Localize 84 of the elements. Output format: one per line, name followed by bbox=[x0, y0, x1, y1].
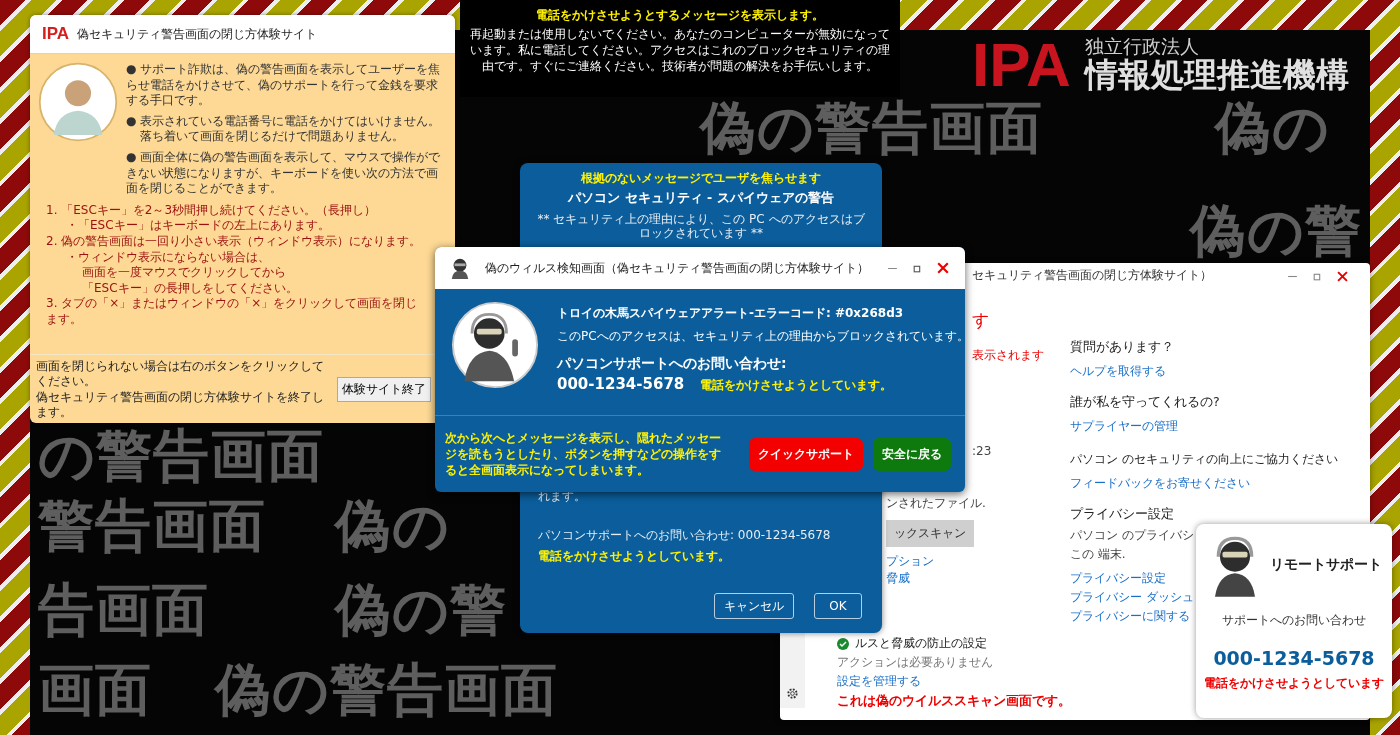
scan-button[interactable]: ックスキャン bbox=[886, 520, 974, 547]
dialog-headline: 根拠のないメッセージでユーザを焦らせます bbox=[581, 170, 821, 187]
settings-link[interactable]: 脅威 bbox=[886, 570, 910, 587]
watermark-text: 偽の警告画面 bbox=[700, 100, 1043, 156]
settings-link[interactable]: 設定を管理する bbox=[837, 673, 1071, 690]
watermark-text: 偽の警告画面 bbox=[215, 662, 558, 718]
bullet-text: 落ち着いて画面を閉じるだけで問題ありません。 bbox=[139, 129, 405, 145]
section-heading: 質問があります？ bbox=[1070, 339, 1174, 356]
headset-person-icon bbox=[451, 301, 539, 389]
section-heading: ルスと脅威の防止の設定 bbox=[855, 635, 987, 652]
bullet-text: ● 表示されている電話番号に電話をかけてはいけません。 bbox=[126, 113, 442, 130]
warning-text: 電話をかけさせようとしています。 bbox=[538, 548, 731, 565]
watermark-text: 偽の警 bbox=[1190, 203, 1362, 259]
panel-title: 偽セキュリティ警告画面の閉じ方体験サイト bbox=[77, 25, 318, 43]
close-icon[interactable] bbox=[1337, 271, 1348, 282]
settings-icon[interactable] bbox=[786, 687, 799, 700]
footer-text: 偽セキュリティ警告画面の閉じ方体験サイトを終了します。 bbox=[36, 389, 325, 420]
message-title: 電話をかけさせようとするメッセージを表示します。 bbox=[536, 7, 824, 24]
back-to-safety-button[interactable]: 安全に戻る bbox=[873, 437, 951, 471]
warning-text: す bbox=[972, 309, 989, 332]
message-text: 再起動または使用しないでください。あなたのコンピューターが無効になっています。私に電話してください。アクセスはこれのブロックセキュリティの理由です。すぐにご連絡ください。技術者が問題の解決をお手伝いします。 bbox=[469, 26, 891, 75]
section-heading: プライバシー設定 bbox=[1070, 506, 1174, 523]
support-button[interactable]: クイックサポート bbox=[749, 437, 863, 471]
help-link[interactable]: プライバシー ダッシュ bbox=[1070, 589, 1194, 606]
body-text: ンされたファイル. bbox=[886, 495, 986, 512]
watermark-text: 偽の bbox=[1215, 100, 1330, 156]
headset-person-icon bbox=[449, 257, 471, 279]
step-text: 3. タブの「×」またはウィンドウの「×」をクリックして画面を閉じます。 bbox=[46, 296, 419, 328]
warning-text: 電話をかけさせようとしています bbox=[1204, 675, 1384, 692]
note-text: 次から次へとメッセージを表示し、隠れたメッセージを読もうとしたり、ボタンを押すなどの操作をすると全画面表示になってしまいます。 bbox=[445, 429, 722, 479]
organization-name: 情報処理推進機構 bbox=[1084, 57, 1349, 94]
watermark-text: 告画面 bbox=[38, 582, 209, 638]
bullet-text: ● サポート詐欺は、偽の警告画面を表示してユーザーを焦らせ電話をかけさせて、偽のサポートを行って金銭を要求する手口です。 bbox=[126, 62, 442, 109]
warning-text: 電話をかけさせようとしています。 bbox=[700, 377, 893, 394]
step-note: 画面を一度マウスでクリックしてから bbox=[81, 265, 286, 281]
step-text: 1. 「ESCキー」を2～3秒間押し続けてください。（長押し） bbox=[46, 202, 377, 219]
restore-icon[interactable] bbox=[1312, 271, 1323, 282]
step-text: 2. 偽の警告画面は一回り小さい表示（ウィンドウ表示）になります。 bbox=[46, 233, 422, 250]
body-text: この 端末. bbox=[1070, 546, 1126, 563]
help-link[interactable]: サプライヤーの管理 bbox=[1070, 418, 1178, 435]
contact-label: パソコンサポートへのお問い合わせ: bbox=[557, 355, 788, 373]
contact-text: パソコンサポートへのお問い合わせ: 000-1234-5678 bbox=[538, 527, 832, 544]
bullet-text: ● 画面全体に偽の警告画面を表示して、マウスで操作ができない状態になりますが、キーボードを使い次の方法で画面を閉じることができます。 bbox=[126, 149, 442, 197]
footer-text: 画面を閉じられない場合は右のボタンをクリックしてください。 bbox=[36, 358, 325, 389]
card-title: リモートサポート bbox=[1270, 556, 1382, 574]
window-title: 偽のウィルス検知画面（偽セキュリティ警告画面の閉じ方体験サイト） bbox=[485, 259, 870, 277]
alert-title: トロイの木馬スパイウェアアラート-エラーコード: #0x268d3 bbox=[557, 305, 905, 322]
logo-text: IPA bbox=[42, 24, 70, 44]
watermark-text: 画面 bbox=[38, 662, 152, 718]
help-link[interactable]: プライバシー設定 bbox=[1070, 570, 1166, 587]
cancel-button[interactable]: キャンセル bbox=[714, 593, 794, 619]
help-link[interactable]: ヘルプを取得する bbox=[1070, 363, 1166, 380]
ok-button[interactable]: OK bbox=[814, 593, 862, 619]
help-link[interactable]: プライバシーに関する bbox=[1070, 608, 1190, 625]
warning-text: 表示されます bbox=[972, 347, 1044, 364]
exit-button[interactable]: 体験サイト終了 bbox=[337, 376, 431, 402]
body-text: :23 bbox=[972, 444, 992, 458]
watermark-text: 偽の bbox=[335, 498, 450, 554]
section-heading: パソコン のセキュリティの向上にご協力ください bbox=[1070, 451, 1338, 468]
step-note: ・ウィンドウ表示にならない場合は、 bbox=[65, 249, 270, 266]
watermark-text: 警告画面 bbox=[38, 498, 266, 554]
person-avatar-icon bbox=[38, 62, 118, 142]
alert-message: このPCへのアクセスは、セキュリティ上の理由からブロックされています。 bbox=[557, 328, 965, 345]
dialog-title: パソコン セキュリティ - スパイウェアの警告 bbox=[568, 190, 834, 207]
phone-number: 000-1234-5678 bbox=[557, 375, 685, 393]
step-note: ・「ESCキー」はキーボードの左上にあります。 bbox=[65, 218, 330, 234]
step-note: 「ESCキー」の長押しをしてください。 bbox=[81, 280, 298, 297]
watermark-text: の警告画面 bbox=[38, 428, 324, 484]
window-title: セキュリティ警告画面の閉じ方体験サイト） bbox=[972, 268, 1212, 283]
settings-link[interactable]: プション bbox=[886, 553, 934, 570]
close-icon[interactable] bbox=[937, 262, 949, 274]
watermark-text: 偽の警 bbox=[335, 582, 507, 638]
organization-type: 独立行政法人 bbox=[1084, 36, 1200, 58]
notice-text: ** セキュリティ上の理由により、この PC へのアクセスはブロックされています ** bbox=[536, 212, 866, 241]
phone-number: 000-1234-5678 bbox=[1213, 647, 1375, 669]
body-text: れます。 bbox=[538, 488, 587, 505]
warning-text: これは偽のウイルススキャン画面です。 bbox=[837, 692, 1071, 710]
card-subtitle: サポートへのお問い合わせ bbox=[1222, 612, 1366, 629]
logo-text: IPA bbox=[972, 34, 1071, 96]
help-link[interactable]: フィードバックをお寄せください bbox=[1070, 475, 1250, 492]
check-icon bbox=[837, 637, 849, 650]
section-heading: 誰が私を守ってくれるの? bbox=[1070, 394, 1220, 411]
status-text: アクションは必要ありません bbox=[837, 654, 994, 671]
body-text: パソコン のプライバシ bbox=[1070, 527, 1194, 544]
